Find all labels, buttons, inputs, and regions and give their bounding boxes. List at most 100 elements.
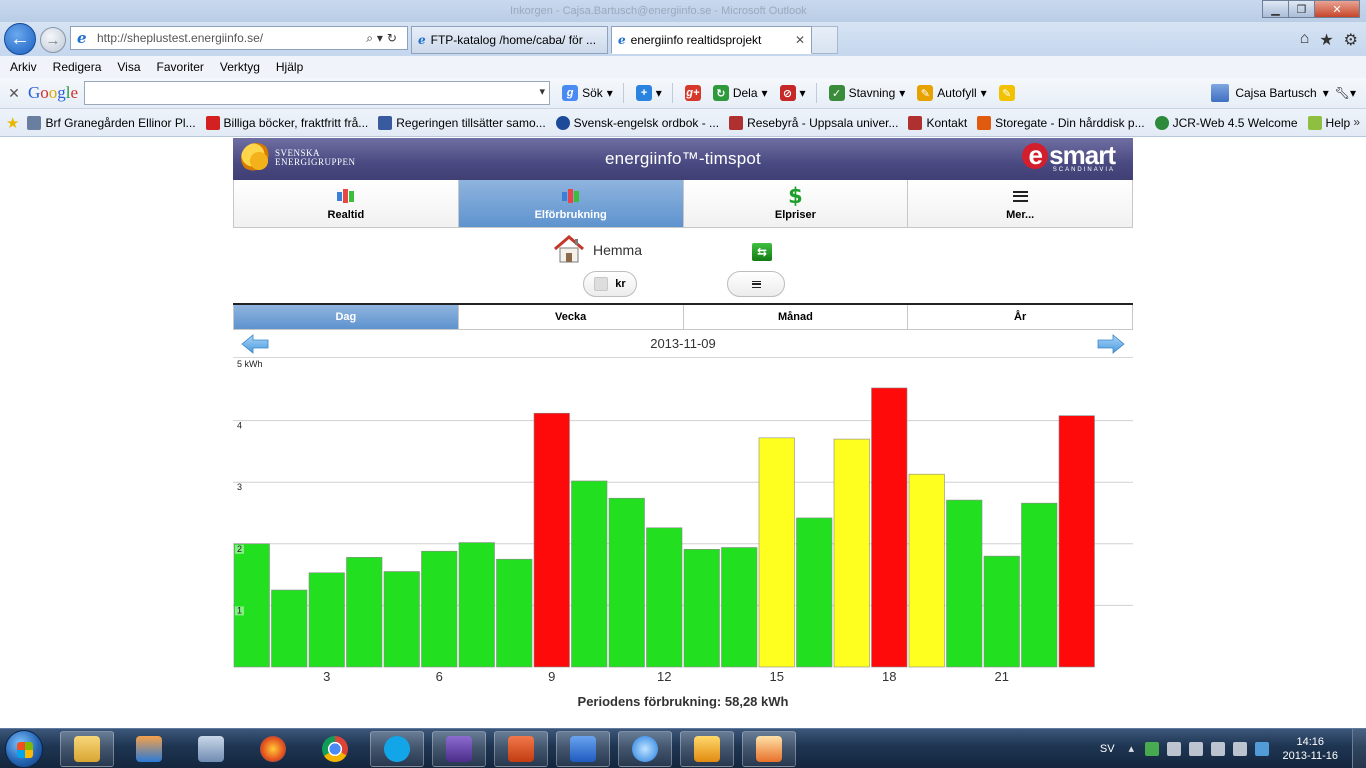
back-button[interactable]: ← [4, 23, 36, 55]
home-icon[interactable]: ⌂ [1300, 30, 1310, 50]
fav-item[interactable]: Resebyrå - Uppsala univer... [729, 115, 898, 130]
nav-elforbrukning[interactable]: Elförbrukning [458, 180, 684, 227]
fav-item[interactable]: JCR-Web 4.5 Welcome [1154, 115, 1298, 130]
new-tab-button[interactable] [812, 26, 838, 54]
close-button[interactable]: ✕ [1314, 0, 1360, 18]
tray-flag-icon[interactable] [1188, 742, 1203, 756]
autofill-icon: ✎ [917, 85, 934, 101]
network-icon [198, 736, 224, 762]
tray-dropbox-icon[interactable] [1254, 742, 1269, 756]
chart-bar [983, 555, 1020, 668]
tray-network-icon[interactable] [1210, 742, 1225, 756]
tab-ftp[interactable]: e FTP-katalog /home/caba/ för ... [411, 26, 608, 54]
nav-elpriser[interactable]: $ Elpriser [683, 180, 909, 227]
chart-bar [271, 589, 308, 668]
tab-close-icon[interactable]: ✕ [795, 33, 805, 47]
settings-gear-icon[interactable]: ⚙ [1344, 30, 1358, 50]
menu-arkiv[interactable]: Arkiv [10, 60, 37, 74]
list-view-button[interactable] [727, 271, 785, 297]
word-icon [570, 736, 596, 762]
fav-item[interactable]: Brf Granegården Ellinor Pl... [27, 115, 196, 130]
start-button[interactable] [5, 730, 43, 768]
tray-battery-icon[interactable] [1144, 742, 1159, 756]
swap-location-icon[interactable]: ⇆ [752, 243, 772, 261]
share-button[interactable]: ↻ Dela ▾ [712, 85, 768, 101]
x-tick-label: 6 [436, 669, 443, 684]
next-day-arrow-icon[interactable] [1097, 334, 1125, 354]
google-search-input[interactable] [84, 81, 551, 105]
taskbar-word[interactable] [556, 731, 610, 767]
tab-vecka[interactable]: Vecka [458, 305, 684, 329]
fav-item[interactable]: Storegate - Din hårddisk p... [977, 115, 1145, 130]
toolbar-separator [622, 83, 624, 103]
fav-item[interactable]: Svensk-engelsk ordbok - ... [555, 115, 719, 130]
system-clock[interactable]: 14:16 2013-11-16 [1283, 735, 1338, 763]
fav-item[interactable]: Regeringen tillsätter samo... [378, 115, 546, 130]
app-title: energiinfo™-timspot [605, 149, 761, 168]
taskbar-powerpoint[interactable] [494, 731, 548, 767]
menu-visa[interactable]: Visa [117, 60, 140, 74]
tab-dag[interactable]: Dag [233, 305, 459, 329]
taskbar-ie[interactable] [618, 731, 672, 767]
tray-device-icon[interactable] [1166, 742, 1181, 756]
powerpoint-icon [508, 736, 534, 762]
uppsala-icon [729, 115, 744, 130]
taskbar-vm[interactable] [432, 731, 486, 767]
back-arrow-icon: ← [10, 27, 30, 50]
taskbar-paint[interactable] [742, 731, 796, 767]
google-account[interactable]: Cajsa Bartusch ▾ 🔧︎▾ [1211, 84, 1356, 102]
taskbar-network[interactable] [184, 731, 238, 767]
y-tick-label: 2 [237, 544, 242, 554]
gplus-button[interactable]: g+ [684, 85, 701, 101]
spellcheck-button[interactable]: ✓ Stavning ▾ [828, 85, 905, 101]
taskbar-chrome[interactable] [308, 731, 362, 767]
fav-item[interactable]: Billiga böcker, fraktfritt frå... [205, 115, 368, 130]
chart-bar [608, 497, 645, 668]
address-bar[interactable]: e http://sheplustest.energiinfo.se/ ⌕▾↻ [70, 26, 408, 50]
toolbar-close-icon[interactable]: ✕ [0, 85, 28, 102]
show-desktop-button[interactable] [1352, 729, 1366, 768]
wrench-icon[interactable]: 🔧︎▾ [1335, 86, 1356, 100]
highlighter-button[interactable]: ✎ [998, 85, 1015, 101]
currency-checkbox[interactable] [594, 277, 609, 291]
tray-expand-icon[interactable]: ▴ [1129, 742, 1137, 756]
fav-item[interactable]: Help [1307, 115, 1350, 130]
vm-icon [446, 736, 472, 762]
house-icon[interactable] [553, 234, 585, 264]
app-header: SVENSKA ENERGIGRUPPEN energiinfo™-timspot… [233, 138, 1133, 180]
menu-redigera[interactable]: Redigera [53, 60, 102, 74]
favorites-star-icon[interactable]: ★ [1319, 30, 1333, 50]
menu-favoriter[interactable]: Favoriter [157, 60, 204, 74]
tray-volume-icon[interactable] [1232, 742, 1247, 756]
search-button[interactable]: g Sök ▾ [562, 85, 613, 101]
fav-item[interactable]: Kontakt [908, 115, 967, 130]
nav-realtid[interactable]: Realtid [234, 180, 459, 227]
minimize-button[interactable]: ▁ [1262, 0, 1288, 18]
address-tools-icon[interactable]: ⌕▾↻ [366, 31, 401, 46]
taskbar-media-player[interactable] [122, 731, 176, 767]
popup-blocker-button[interactable]: ⊘ ▾ [779, 85, 806, 101]
forward-button[interactable]: → [40, 27, 66, 53]
chart-bar [908, 473, 945, 668]
storegate-icon [977, 115, 992, 130]
address-url[interactable]: http://sheplustest.energiinfo.se/ [97, 31, 366, 45]
taskbar-skype[interactable] [370, 731, 424, 767]
taskbar-firefox[interactable] [246, 731, 300, 767]
menu-verktyg[interactable]: Verktyg [220, 60, 260, 74]
language-indicator[interactable]: SV [1100, 743, 1115, 755]
taskbar-explorer[interactable] [60, 731, 114, 767]
tab-ar[interactable]: År [908, 305, 1133, 329]
ie-tab-icon: e [618, 33, 626, 47]
currency-toggle[interactable]: kr [583, 271, 637, 297]
firefox-icon [260, 736, 286, 762]
favorites-overflow-icon[interactable]: » [1353, 115, 1360, 129]
plus-button[interactable]: + ▾ [635, 85, 662, 101]
tab-manad[interactable]: Månad [683, 305, 909, 329]
autofill-button[interactable]: ✎ Autofyll ▾ [917, 85, 987, 101]
favorites-star-icon[interactable]: ★ [6, 114, 19, 132]
nav-mer[interactable]: Mer... [908, 180, 1132, 227]
taskbar-outlook[interactable] [680, 731, 734, 767]
maximize-button[interactable]: ❐ [1288, 0, 1314, 18]
menu-hjalp[interactable]: Hjälp [276, 60, 303, 74]
tab-energiinfo[interactable]: e energiinfo realtidsprojekt ✕ [611, 26, 812, 54]
